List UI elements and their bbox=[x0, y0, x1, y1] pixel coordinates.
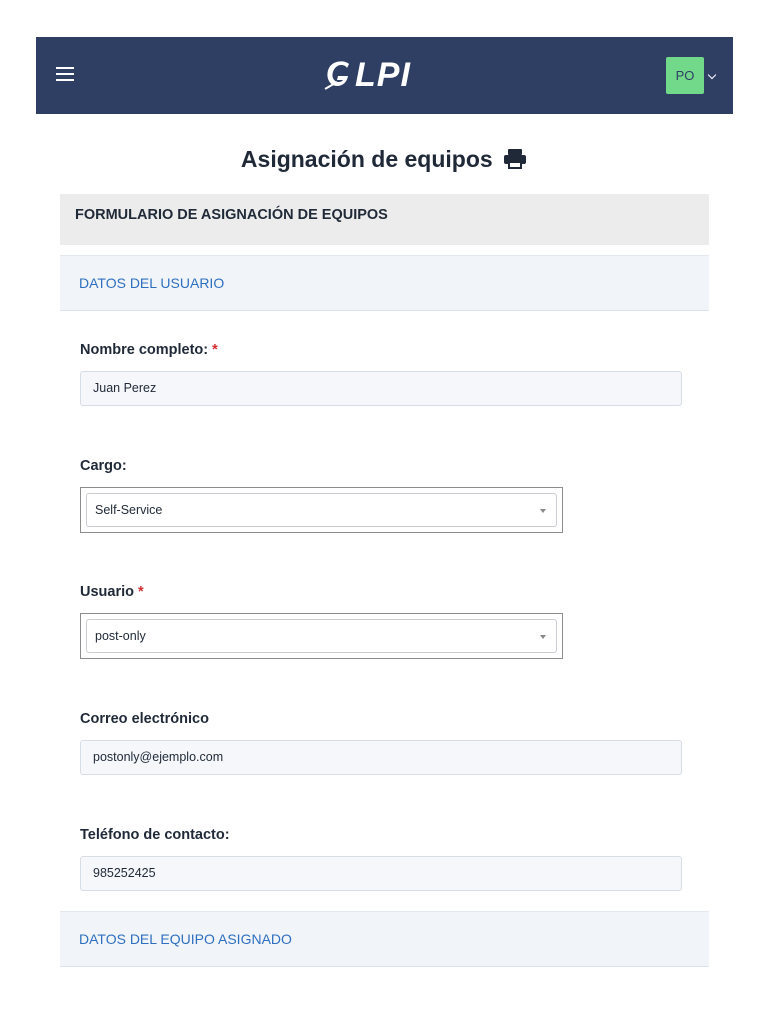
section-equipment-data[interactable]: DATOS DEL EQUIPO ASIGNADO bbox=[60, 911, 709, 967]
chevron-down-icon[interactable] bbox=[707, 70, 717, 80]
phone-label-text: Teléfono de contacto: bbox=[80, 827, 230, 843]
top-navbar: LPI PO bbox=[36, 37, 733, 114]
full-name-input[interactable]: Juan Perez bbox=[80, 371, 682, 406]
position-label: Cargo: bbox=[80, 458, 127, 474]
required-marker: * bbox=[138, 584, 144, 600]
email-value: postonly@ejemplo.com bbox=[93, 750, 224, 764]
position-select-box[interactable]: Self-Service bbox=[86, 493, 557, 527]
user-select[interactable]: post-only bbox=[80, 613, 563, 659]
print-icon[interactable] bbox=[503, 148, 527, 170]
dropdown-arrow-icon[interactable] bbox=[540, 635, 546, 639]
user-selected-value: post-only bbox=[95, 629, 146, 643]
phone-value: 985252425 bbox=[93, 866, 156, 880]
logo-text: LPI bbox=[355, 55, 411, 94]
glpi-logo[interactable]: LPI bbox=[323, 55, 411, 95]
position-selected-value: Self-Service bbox=[95, 503, 163, 517]
menu-icon[interactable] bbox=[56, 65, 74, 81]
user-avatar[interactable]: PO bbox=[666, 57, 704, 94]
user-label: Usuario * bbox=[80, 584, 144, 600]
section-user-data[interactable]: DATOS DEL USUARIO bbox=[60, 255, 709, 311]
email-field[interactable]: postonly@ejemplo.com bbox=[80, 740, 682, 775]
phone-label: Teléfono de contacto: bbox=[80, 827, 230, 843]
page-title-text: Asignación de equipos bbox=[240, 146, 493, 172]
page-title: Asignación de equipos bbox=[0, 146, 768, 173]
required-marker: * bbox=[212, 342, 218, 358]
position-select[interactable]: Self-Service bbox=[80, 487, 563, 533]
user-select-box[interactable]: post-only bbox=[86, 619, 557, 653]
email-label-text: Correo electrónico bbox=[80, 711, 209, 727]
user-label-text: Usuario bbox=[80, 584, 134, 600]
full-name-label-text: Nombre completo: bbox=[80, 342, 209, 358]
full-name-label: Nombre completo: * bbox=[80, 342, 218, 358]
phone-field[interactable]: 985252425 bbox=[80, 856, 682, 891]
full-name-value: Juan Perez bbox=[93, 381, 157, 395]
form-header: FORMULARIO DE ASIGNACIÓN DE EQUIPOS bbox=[60, 194, 709, 245]
user-initials: PO bbox=[675, 68, 695, 83]
glpi-logo-mark bbox=[324, 61, 349, 90]
position-label-text: Cargo: bbox=[80, 458, 127, 474]
email-label: Correo electrónico bbox=[80, 711, 209, 727]
dropdown-arrow-icon[interactable] bbox=[540, 509, 546, 513]
